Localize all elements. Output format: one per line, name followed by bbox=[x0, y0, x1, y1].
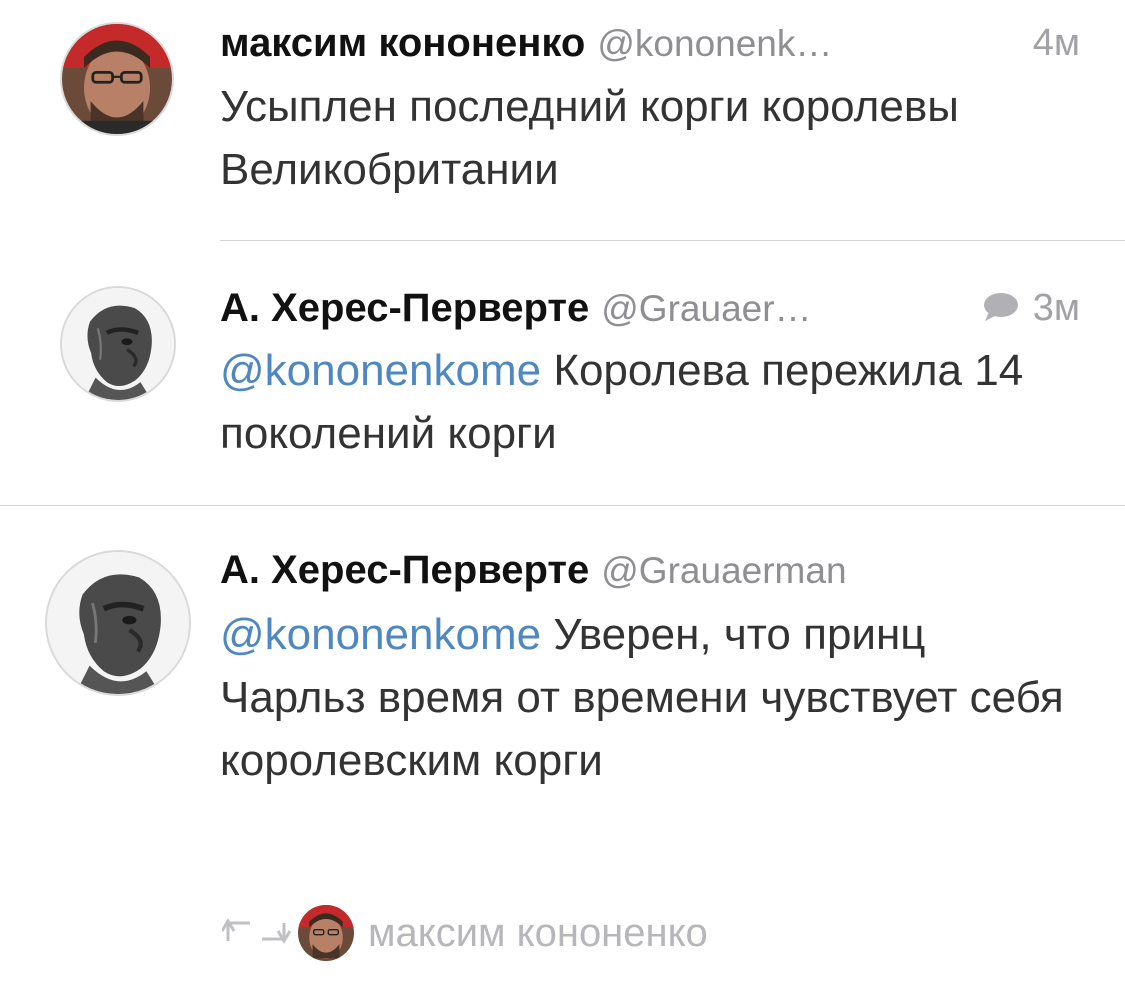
avatar-statue[interactable] bbox=[60, 286, 176, 402]
avatar-man-glasses[interactable] bbox=[60, 22, 174, 136]
author-handle[interactable]: @Grauaer… bbox=[601, 288, 811, 329]
avatar-statue-icon bbox=[62, 288, 174, 400]
timestamp-text: 4м bbox=[1032, 22, 1080, 64]
avatar-photo-icon bbox=[298, 905, 354, 961]
mention-link[interactable]: @kononenkome bbox=[220, 346, 541, 395]
tweet-header: максим кононенко @kononenk… bbox=[220, 19, 832, 68]
timestamp: 3м bbox=[983, 284, 1080, 334]
retweet-icon bbox=[220, 911, 292, 956]
author-handle[interactable]: @Grauaerman bbox=[601, 550, 846, 591]
tweet-text: @kononenkome Королева пережила 14 поколе… bbox=[220, 339, 1080, 465]
mention-link[interactable]: @kononenkome bbox=[220, 610, 541, 659]
tweet-header: А. Херес-Перверте @Grauaerman bbox=[220, 546, 847, 595]
avatar-photo-icon bbox=[62, 24, 172, 134]
tweet-header: А. Херес-Перверте @Grauaer… bbox=[220, 284, 812, 333]
tweet-1[interactable]: максим кононенко @kononenk… 4м Усыплен по… bbox=[0, 0, 1125, 240]
author-handle[interactable]: @kononenk… bbox=[597, 23, 832, 64]
tweet-text: Усыплен последний корги королевы Великоб… bbox=[220, 82, 959, 194]
speech-bubble-icon bbox=[983, 286, 1019, 334]
author-name[interactable]: А. Херес-Перверте bbox=[220, 286, 589, 330]
avatar-statue-icon bbox=[47, 552, 189, 694]
tweet-text: @kononenkome Уверен, что принц Чарльз вр… bbox=[220, 603, 1080, 792]
timestamp: 4м bbox=[1033, 19, 1080, 67]
retweeted-by[interactable]: максим кононенко bbox=[220, 898, 708, 968]
retweeter-name[interactable]: максим кононенко bbox=[368, 911, 708, 956]
author-name[interactable]: максим кононенко bbox=[220, 21, 585, 65]
author-name[interactable]: А. Херес-Перверте bbox=[220, 548, 589, 592]
avatar-statue[interactable] bbox=[45, 550, 191, 696]
retweeter-avatar[interactable] bbox=[298, 905, 354, 961]
tweet-2[interactable]: А. Херес-Перверте @Grauaer… 3м @kononenko… bbox=[0, 241, 1125, 505]
timestamp-text: 3м bbox=[1032, 287, 1080, 329]
